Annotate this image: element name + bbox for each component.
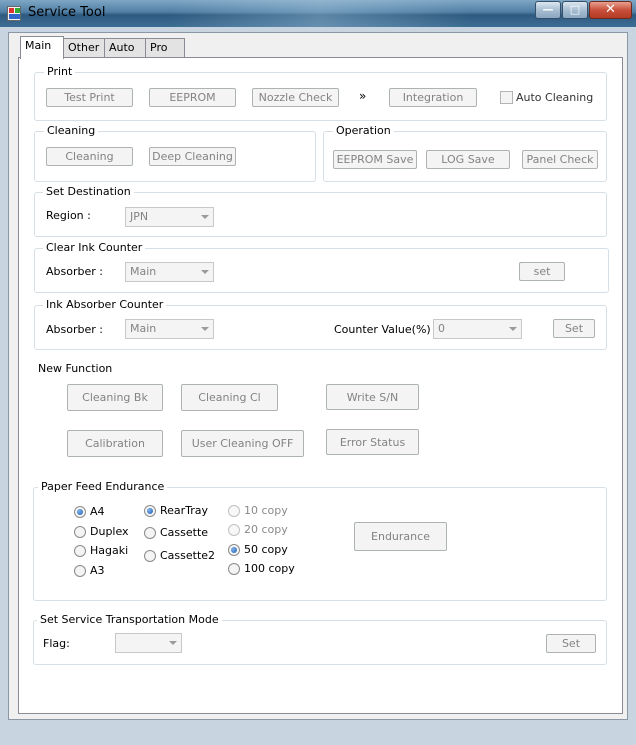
- cleaning-legend: Cleaning: [44, 124, 99, 137]
- integration-button[interactable]: Integration: [389, 88, 477, 107]
- chevron-down-icon: [201, 327, 209, 331]
- error-status-button[interactable]: Error Status: [326, 429, 419, 455]
- source-cassette2-radio[interactable]: [144, 550, 156, 562]
- source-cassette2-label: Cassette2: [160, 549, 216, 562]
- source-cassette-label: Cassette: [160, 526, 209, 539]
- tab-auto[interactable]: Auto: [104, 38, 146, 58]
- chevron-down-icon: [201, 270, 209, 274]
- write-sn-button[interactable]: Write S/N: [326, 384, 419, 410]
- cleaning-cl-button[interactable]: Cleaning Cl: [181, 384, 278, 411]
- nozzle-check-button[interactable]: Nozzle Check: [252, 88, 339, 107]
- app-icon: [7, 6, 21, 21]
- set-destination-legend: Set Destination: [43, 185, 134, 198]
- size-a3-radio[interactable]: [74, 565, 86, 577]
- clear-absorber-value: Main: [130, 265, 157, 278]
- copies-100-label: 100 copy: [244, 562, 295, 575]
- clear-ink-counter-legend: Clear Ink Counter: [43, 241, 146, 254]
- new-function-label: New Function: [38, 362, 113, 375]
- chevron-down-icon: [169, 641, 177, 645]
- copies-20-label: 20 copy: [244, 523, 288, 536]
- size-a4-label: A4: [90, 505, 105, 518]
- ink-absorber-counter-legend: Ink Absorber Counter: [43, 298, 167, 311]
- eeprom-button[interactable]: EEPROM: [149, 88, 236, 107]
- flag-combobox[interactable]: [115, 633, 182, 653]
- size-hagaki-radio[interactable]: [74, 545, 86, 557]
- chevron-down-icon: [201, 215, 209, 219]
- clear-ink-set-button[interactable]: set: [519, 262, 565, 281]
- absorber-combobox[interactable]: Main: [125, 319, 214, 339]
- absorber-value: Main: [130, 322, 157, 335]
- size-duplex-label: Duplex: [90, 525, 129, 538]
- test-print-button[interactable]: Test Print: [46, 88, 133, 107]
- clear-absorber-combobox[interactable]: Main: [125, 262, 214, 282]
- print-legend: Print: [44, 65, 76, 78]
- flag-label: Flag:: [43, 637, 70, 650]
- copies-10-label: 10 copy: [244, 504, 288, 517]
- region-value: JPN: [130, 210, 149, 223]
- size-duplex-radio[interactable]: [74, 526, 86, 538]
- tab-other[interactable]: Other: [63, 38, 105, 58]
- transport-mode-legend: Set Service Transportation Mode: [37, 613, 222, 626]
- region-label: Region :: [46, 209, 91, 222]
- title-bar[interactable]: Service Tool — □ ✕: [0, 0, 636, 27]
- cleaning-bk-button[interactable]: Cleaning Bk: [67, 384, 163, 411]
- panel-check-button[interactable]: Panel Check: [522, 150, 598, 169]
- operation-legend: Operation: [333, 124, 394, 137]
- minimize-button[interactable]: —: [535, 1, 561, 19]
- copies-20-radio[interactable]: [228, 524, 240, 536]
- auto-cleaning-label: Auto Cleaning: [516, 91, 594, 104]
- copies-50-label: 50 copy: [244, 543, 288, 556]
- calibration-button[interactable]: Calibration: [67, 430, 163, 457]
- chevron-right-icon: »: [359, 89, 367, 103]
- deep-cleaning-button[interactable]: Deep Cleaning: [149, 147, 236, 166]
- eeprom-save-button[interactable]: EEPROM Save: [333, 150, 417, 169]
- absorber-label: Absorber :: [46, 323, 103, 336]
- copies-50-radio[interactable]: [228, 544, 240, 556]
- clear-absorber-label: Absorber :: [46, 265, 103, 278]
- counter-value-label: Counter Value(%) :: [334, 323, 438, 336]
- endurance-button[interactable]: Endurance: [354, 522, 447, 551]
- size-a4-radio[interactable]: [74, 506, 86, 518]
- transport-set-button[interactable]: Set: [546, 634, 596, 653]
- auto-cleaning-checkbox[interactable]: [500, 91, 513, 104]
- title-bar-glow: [170, 0, 470, 27]
- chevron-down-icon: [509, 327, 517, 331]
- maximize-button[interactable]: □: [562, 1, 588, 19]
- copies-10-radio[interactable]: [228, 505, 240, 517]
- region-combobox[interactable]: JPN: [125, 207, 214, 227]
- copies-100-radio[interactable]: [228, 563, 240, 575]
- user-cleaning-off-button[interactable]: User Cleaning OFF: [181, 430, 304, 457]
- window-title: Service Tool: [28, 5, 106, 20]
- cleaning-button[interactable]: Cleaning: [46, 147, 133, 166]
- size-hagaki-label: Hagaki: [90, 544, 129, 557]
- source-cassette-radio[interactable]: [144, 527, 156, 539]
- close-button[interactable]: ✕: [589, 1, 632, 19]
- paper-feed-endurance-legend: Paper Feed Endurance: [38, 480, 168, 493]
- source-reartray-radio[interactable]: [144, 505, 156, 517]
- size-a3-label: A3: [90, 564, 105, 577]
- counter-value-combobox[interactable]: 0: [433, 319, 522, 339]
- tab-main[interactable]: Main: [20, 36, 64, 59]
- set-destination-group: [34, 192, 607, 237]
- source-reartray-label: RearTray: [160, 504, 209, 517]
- counter-set-button[interactable]: Set: [553, 319, 595, 338]
- log-save-button[interactable]: LOG Save: [426, 150, 510, 169]
- counter-value: 0: [438, 322, 445, 335]
- tab-pro[interactable]: Pro: [145, 38, 185, 58]
